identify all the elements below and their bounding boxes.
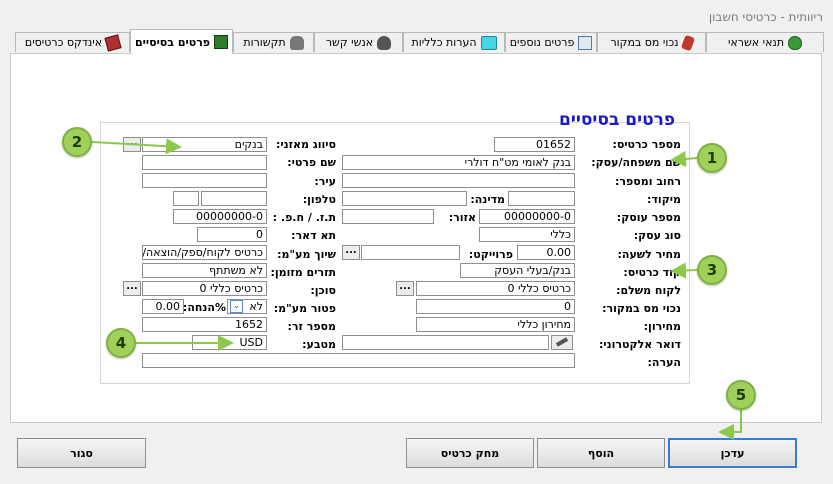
last-name-field[interactable]: בנק לאומי מט"ח דולרי	[342, 155, 575, 170]
payer-customer-field[interactable]: כרטיס כללי 0	[416, 281, 575, 296]
tab-general-notes[interactable]: הערות כלליות	[403, 32, 505, 52]
label-vat-exempt: פטור מע"מ:	[273, 302, 336, 315]
label-remark: הערה:	[647, 356, 681, 369]
phone-icon	[289, 35, 304, 50]
callout-2: 2	[62, 127, 92, 157]
dealer-number-field[interactable]: 00000000-0	[479, 209, 575, 224]
label-card-number: מספר כרטיס:	[612, 138, 681, 151]
money-bag-icon	[788, 35, 803, 50]
label-dealer-number: מספר עוסק:	[616, 211, 681, 224]
label-po-box: תא דאר:	[291, 229, 336, 242]
person-icon	[377, 35, 392, 50]
label-withholding-tax: נכוי מס במקור:	[602, 302, 681, 315]
balance-sort-lookup-button[interactable]: ...	[123, 137, 141, 152]
callout-1: 1	[697, 143, 727, 173]
card-number-field[interactable]: 01652	[494, 137, 575, 152]
hand-icon	[680, 34, 695, 51]
price-list-field[interactable]: מחירון כללי	[416, 317, 575, 332]
label-email: דואר אלקטרוני:	[599, 338, 681, 351]
agent-lookup-button[interactable]: ...	[123, 281, 141, 296]
delete-card-button[interactable]: מחק כרטיס	[406, 438, 534, 468]
tab-card-index[interactable]: אינדקס כרטיסים	[15, 32, 130, 52]
label-balance-sort: סיווג מאזני:	[275, 138, 336, 151]
label-vat-assignment: שיוך מע"מ:	[277, 248, 336, 261]
label-project: פרוייקט:	[468, 248, 513, 261]
region-field[interactable]	[342, 209, 434, 224]
phone-prefix-field[interactable]	[173, 191, 199, 206]
id-number-field[interactable]: 00000000-0	[173, 209, 267, 224]
label-foreign-number: מספר זר:	[287, 320, 336, 333]
section-title: פרטים בסיסיים	[559, 110, 676, 130]
withholding-tax-field[interactable]: 0	[416, 299, 575, 314]
close-button[interactable]: סגור	[17, 438, 146, 468]
label-country: מדינה:	[470, 193, 505, 206]
country-field[interactable]	[342, 191, 467, 206]
tab-credit-terms[interactable]: תנאי אשראי	[706, 32, 824, 52]
tab-contacts[interactable]: אנשי קשר	[314, 32, 403, 52]
title-bar: ריוותית - כרטיסי חשבון	[0, 0, 833, 30]
payer-customer-lookup-button[interactable]: ...	[396, 281, 414, 296]
add-button[interactable]: הוסף	[537, 438, 665, 468]
label-business-type: סוג עסק:	[633, 229, 681, 242]
label-city: עיר:	[314, 175, 336, 188]
edit-icon	[480, 35, 497, 50]
zip-field[interactable]	[508, 191, 575, 206]
email-field[interactable]	[342, 335, 549, 350]
tab-communications[interactable]: תקשורות	[233, 32, 314, 52]
discount-field[interactable]: 0.00	[142, 299, 184, 314]
po-box-field[interactable]: 0	[197, 227, 267, 242]
tab-more-details[interactable]: פרטים נוספים	[505, 32, 597, 52]
label-zip: מיקוד:	[647, 193, 681, 206]
tab-withholding-tax[interactable]: נכוי מס במקור	[597, 32, 706, 52]
label-currency: מטבע:	[302, 338, 336, 351]
notebook-icon	[214, 35, 229, 49]
callout-5: 5	[726, 380, 756, 410]
agent-field[interactable]: כרטיס כללי 0	[142, 281, 267, 296]
currency-field[interactable]: USD	[192, 335, 267, 350]
chevron-down-icon: ⌄	[230, 300, 243, 313]
email-edit-button[interactable]	[551, 335, 573, 350]
update-button[interactable]: עדכן	[668, 438, 797, 468]
phone-field[interactable]	[201, 191, 267, 206]
vat-exempt-select[interactable]: ⌄ לא	[227, 299, 267, 314]
callout-4: 4	[106, 328, 136, 358]
pencil-icon	[555, 337, 569, 347]
business-type-field[interactable]: כללי	[479, 227, 575, 242]
card-code-field[interactable]: בנק/בעלי העסק	[460, 263, 575, 278]
project-field[interactable]	[361, 245, 460, 260]
balance-sort-field[interactable]: בנקים	[142, 137, 267, 152]
street-field[interactable]	[342, 173, 575, 188]
first-name-field[interactable]	[142, 155, 267, 170]
label-card-code: קוד כרטיס:	[623, 266, 681, 279]
label-discount: %הנחה:	[182, 301, 226, 314]
label-street: רחוב ומספר:	[615, 175, 681, 188]
callout-3: 3	[697, 255, 727, 285]
project-lookup-button[interactable]: ...	[342, 245, 360, 260]
tab-basic-details[interactable]: פרטים בסיסיים	[130, 29, 233, 54]
document-icon	[578, 35, 593, 50]
label-cash-turnover: תזרים מזומן:	[270, 266, 336, 279]
label-hourly-price: מחיר לשעה:	[617, 248, 682, 261]
vat-assignment-field[interactable]: כרטיס לקוח/ספק/הוצאה/ה	[142, 245, 267, 260]
label-phone: טלפון:	[302, 193, 336, 206]
label-region: אזור:	[448, 211, 476, 224]
label-first-name: שם פרטי:	[287, 156, 336, 169]
city-field[interactable]	[142, 173, 267, 188]
foreign-number-field[interactable]: 1652	[142, 317, 267, 332]
window-title: ריוותית - כרטיסי חשבון	[708, 10, 823, 24]
hourly-price-field[interactable]: 0.00	[517, 245, 575, 260]
cash-turnover-field[interactable]: לא משתתף	[142, 263, 267, 278]
label-price-list: מחירון:	[643, 320, 681, 333]
remark-field[interactable]	[142, 353, 575, 368]
label-last-name: שם משפחה/עסק:	[591, 156, 681, 169]
label-payer-customer: לקוח משלם:	[616, 284, 681, 297]
cards-icon	[104, 33, 122, 52]
label-agent: סוכן:	[310, 284, 336, 297]
label-id-number: ת.ז. / ח.פ. :	[272, 211, 336, 224]
